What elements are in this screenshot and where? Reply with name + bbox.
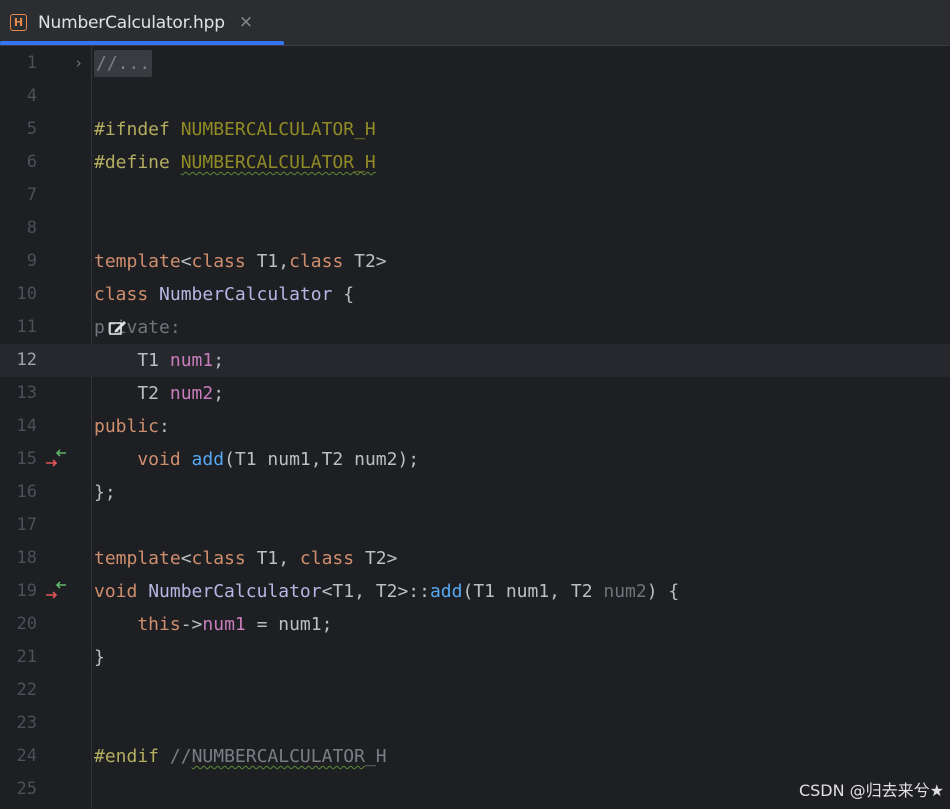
code-text: T2 num2; bbox=[94, 383, 225, 404]
code-text: }; bbox=[94, 482, 116, 503]
line-number: 12 bbox=[16, 350, 37, 370]
code-line[interactable]: 22 bbox=[0, 674, 950, 707]
code-text: class NumberCalculator { bbox=[94, 284, 355, 305]
code-line[interactable]: 11 private: bbox=[0, 311, 950, 344]
line-number: 21 bbox=[16, 647, 37, 667]
code-line[interactable]: 17 bbox=[0, 509, 950, 542]
code-text: #endif //NUMBERCALCULATOR_H bbox=[94, 746, 387, 767]
line-number: 25 bbox=[16, 779, 37, 799]
code-editor[interactable]: 1 › //... 4 5 #ifndef NUMBERCALCULATOR_H… bbox=[0, 46, 950, 809]
code-line[interactable]: 20 this->num1 = num1; bbox=[0, 608, 950, 641]
go-to-declaration-icon[interactable] bbox=[44, 580, 68, 602]
code-line[interactable]: 4 bbox=[0, 80, 950, 113]
go-to-definition-icon[interactable] bbox=[44, 448, 68, 470]
csdn-watermark: CSDN @归去来兮★ bbox=[798, 781, 944, 800]
code-line[interactable]: 18 template<class T1, class T2> bbox=[0, 542, 950, 575]
code-line[interactable]: 16 }; bbox=[0, 476, 950, 509]
code-line[interactable]: 8 bbox=[0, 212, 950, 245]
line-number: 18 bbox=[16, 548, 37, 568]
line-number: 22 bbox=[16, 680, 37, 700]
folded-region[interactable]: //... bbox=[94, 50, 153, 77]
tab-numbercalculator-hpp[interactable]: H NumberCalculator.hpp × bbox=[0, 0, 284, 45]
line-number: 19 bbox=[16, 581, 37, 601]
line-number: 11 bbox=[16, 317, 37, 337]
header-file-icon: H bbox=[10, 14, 27, 31]
line-number: 24 bbox=[16, 746, 37, 766]
code-line[interactable]: 6 #define NUMBERCALCULATOR_H bbox=[0, 146, 950, 179]
code-text: void add(T1 num1,T2 num2); bbox=[94, 449, 420, 470]
line-number: 20 bbox=[16, 614, 37, 634]
editor-tab-bar: H NumberCalculator.hpp × bbox=[0, 0, 950, 46]
code-text: void NumberCalculator<T1, T2>::add(T1 nu… bbox=[94, 581, 680, 602]
close-icon[interactable]: × bbox=[239, 14, 253, 31]
code-text: #define NUMBERCALCULATOR_H bbox=[94, 152, 376, 173]
code-line[interactable]: 21 } bbox=[0, 641, 950, 674]
active-tab-indicator bbox=[0, 41, 284, 45]
code-line[interactable]: 15 void add(T1 num1,T2 num2); bbox=[0, 443, 950, 476]
line-number: 9 bbox=[26, 251, 37, 271]
chevron-right-icon[interactable]: › bbox=[74, 47, 83, 80]
line-number: 14 bbox=[16, 416, 37, 436]
code-text: private: bbox=[94, 317, 181, 338]
code-text: template<class T1, class T2> bbox=[94, 548, 398, 569]
line-number: 5 bbox=[26, 119, 37, 139]
line-number: 23 bbox=[16, 713, 37, 733]
code-line[interactable]: 24 #endif //NUMBERCALCULATOR_H bbox=[0, 740, 950, 773]
line-number: 7 bbox=[26, 185, 37, 205]
code-text: template<class T1,class T2> bbox=[94, 251, 387, 272]
code-line[interactable]: 5 #ifndef NUMBERCALCULATOR_H bbox=[0, 113, 950, 146]
edit-pencil-icon[interactable] bbox=[108, 317, 128, 337]
code-text: //... bbox=[94, 47, 153, 80]
line-number: 4 bbox=[26, 86, 37, 106]
line-number: 6 bbox=[26, 152, 37, 172]
line-number: 16 bbox=[16, 482, 37, 502]
code-text: #ifndef NUMBERCALCULATOR_H bbox=[94, 119, 376, 140]
code-line-current[interactable]: 12 T1 num1; bbox=[0, 344, 950, 377]
line-number: 15 bbox=[16, 449, 37, 469]
code-line[interactable]: 9 template<class T1,class T2> bbox=[0, 245, 950, 278]
tab-filename: NumberCalculator.hpp bbox=[38, 12, 225, 33]
line-number: 8 bbox=[26, 218, 37, 238]
code-line[interactable]: 14 public: bbox=[0, 410, 950, 443]
code-line[interactable]: 13 T2 num2; bbox=[0, 377, 950, 410]
line-number: 10 bbox=[16, 284, 37, 304]
code-line[interactable]: 7 bbox=[0, 179, 950, 212]
code-line[interactable]: 10 class NumberCalculator { bbox=[0, 278, 950, 311]
code-text: public: bbox=[94, 416, 170, 437]
code-line[interactable]: 1 › //... bbox=[0, 47, 950, 80]
code-text: T1 num1; bbox=[94, 350, 225, 371]
line-number: 1 bbox=[26, 53, 37, 73]
code-text: } bbox=[94, 647, 105, 668]
code-text: this->num1 = num1; bbox=[94, 614, 333, 635]
line-number: 17 bbox=[16, 515, 37, 535]
code-line[interactable]: 19 void NumberCalculator<T1, T2>::add(T1… bbox=[0, 575, 950, 608]
code-line[interactable]: 23 bbox=[0, 707, 950, 740]
line-number: 13 bbox=[16, 383, 37, 403]
